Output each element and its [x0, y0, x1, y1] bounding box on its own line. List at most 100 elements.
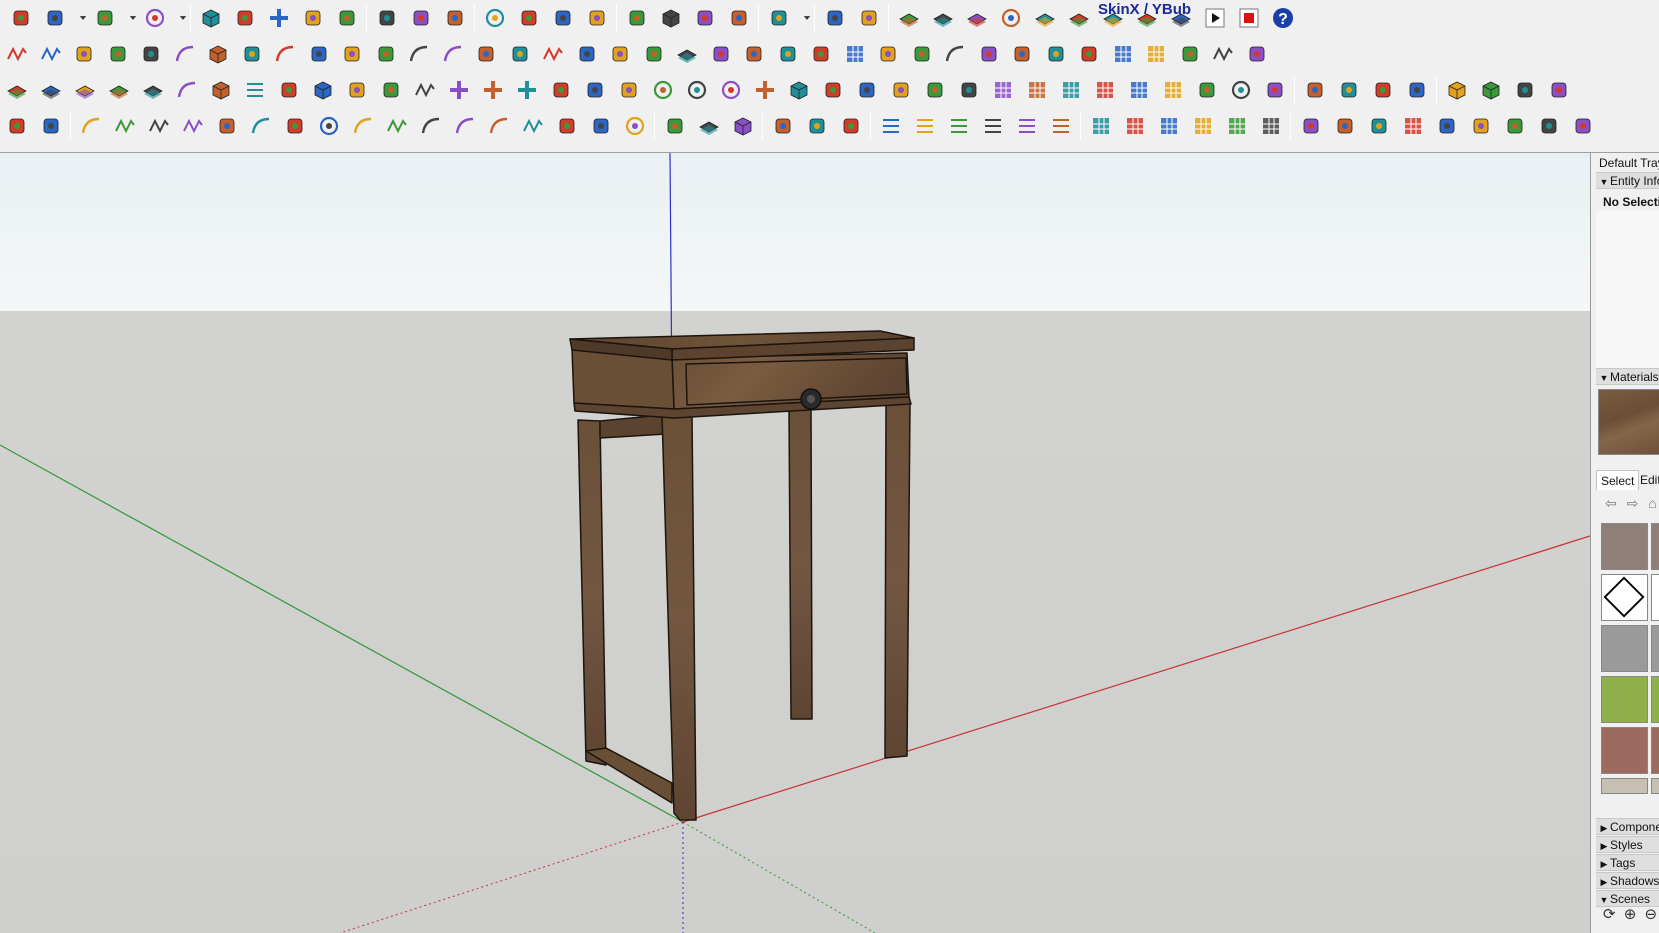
material-swatch[interactable] [1601, 523, 1648, 570]
panel-icon[interactable] [909, 41, 935, 67]
stack-icon[interactable] [674, 41, 700, 67]
move-icon[interactable] [266, 5, 292, 31]
line-tool-icon[interactable] [38, 41, 64, 67]
puzzle-icon[interactable] [922, 77, 948, 103]
puzzle-icon[interactable] [888, 77, 914, 103]
arc-icon[interactable] [418, 113, 444, 139]
material-swatch[interactable] [1651, 523, 1659, 570]
skin-label[interactable]: SkinX / YBub [1098, 0, 1191, 20]
dropdown-arrow-icon[interactable] [126, 5, 140, 31]
freehand-icon[interactable] [92, 5, 118, 31]
texture-icon[interactable] [1332, 113, 1358, 139]
plane-icon[interactable] [140, 77, 166, 103]
material-swatch[interactable] [1601, 727, 1648, 774]
spiral-icon[interactable] [650, 77, 676, 103]
table-leg-front-left[interactable] [661, 414, 697, 821]
bars-icon[interactable] [507, 41, 533, 67]
spiral-icon[interactable] [316, 113, 342, 139]
flag-icon[interactable] [276, 77, 302, 103]
cut-icon[interactable] [71, 41, 97, 67]
copy-icon[interactable] [1468, 113, 1494, 139]
copy-icon[interactable] [1434, 113, 1460, 139]
help-icon[interactable]: ? [1270, 5, 1296, 31]
text-icon[interactable] [408, 5, 434, 31]
plane-icon[interactable] [72, 77, 98, 103]
flat-icon[interactable] [775, 41, 801, 67]
plane-icon[interactable] [4, 77, 30, 103]
spring-icon[interactable] [1512, 77, 1538, 103]
solid-tools-icon[interactable] [624, 5, 650, 31]
paint-bucket-icon[interactable] [442, 5, 468, 31]
cone-icon[interactable] [548, 77, 574, 103]
book-stack-icon[interactable] [930, 5, 956, 31]
panel-header-styles[interactable]: ▶ Styles [1596, 836, 1659, 853]
arc-icon[interactable] [452, 113, 478, 139]
shape-icon[interactable] [607, 41, 633, 67]
align-icon[interactable] [946, 113, 972, 139]
hand-icon[interactable] [574, 41, 600, 67]
cube-icon[interactable] [1478, 77, 1504, 103]
grid-icon[interactable] [1258, 113, 1284, 139]
texture-icon[interactable] [1366, 113, 1392, 139]
bend-icon[interactable] [406, 41, 432, 67]
hatch-icon[interactable] [1009, 41, 1035, 67]
entity-info-panel-header[interactable]: ▼ Entity Info [1596, 172, 1659, 189]
shell-icon[interactable] [473, 41, 499, 67]
materials-tab-edit[interactable]: Edit [1636, 470, 1659, 490]
pencil-icon[interactable] [1404, 77, 1430, 103]
side-table-model[interactable] [569, 330, 915, 821]
refresh-icon[interactable]: ⟳ [1603, 906, 1616, 923]
list-icon[interactable] [242, 77, 268, 103]
corner-icon[interactable] [306, 41, 332, 67]
dropdown-arrow-icon[interactable] [76, 5, 90, 31]
remove-icon[interactable]: ⊖ [1645, 906, 1658, 923]
angle-icon[interactable] [373, 41, 399, 67]
wire-icon[interactable] [1210, 41, 1236, 67]
sandbox-icon[interactable] [658, 5, 684, 31]
panel-icon[interactable] [1570, 113, 1596, 139]
cone-icon[interactable] [616, 77, 642, 103]
ribbon-icon[interactable] [138, 41, 164, 67]
record-stop-icon[interactable] [1236, 5, 1262, 31]
home-icon[interactable]: ⌂ [1648, 495, 1656, 511]
leaf-icon[interactable] [662, 113, 688, 139]
zigzag-icon[interactable] [146, 113, 172, 139]
corner-icon[interactable] [339, 41, 365, 67]
fan-icon[interactable] [1177, 41, 1203, 67]
texture-icon[interactable] [1298, 113, 1324, 139]
slide-icon[interactable] [1032, 5, 1058, 31]
step-icon[interactable] [214, 113, 240, 139]
material-swatch[interactable] [1601, 676, 1648, 723]
material-preview-swatch[interactable] [1598, 389, 1659, 455]
cube-icon[interactable] [208, 77, 234, 103]
checker-icon[interactable] [1400, 113, 1426, 139]
slide-icon[interactable] [1066, 5, 1092, 31]
add-icon[interactable]: ⊕ [1624, 906, 1637, 923]
select-shape-icon[interactable] [4, 113, 30, 139]
tag-tool-icon[interactable] [726, 5, 752, 31]
sphere-icon[interactable] [239, 41, 265, 67]
dropdown-arrow-icon[interactable] [800, 5, 814, 31]
lattice-icon[interactable] [1110, 41, 1136, 67]
grid-orange-icon[interactable] [1160, 77, 1186, 103]
grid-icon[interactable] [1088, 113, 1114, 139]
curve-icon[interactable] [942, 41, 968, 67]
roof-icon[interactable] [1244, 41, 1270, 67]
arc-icon[interactable] [78, 113, 104, 139]
table-leg-back-left[interactable] [577, 419, 607, 766]
material-swatch[interactable] [1601, 625, 1648, 672]
back-arrow-icon[interactable]: ⇦ [1605, 495, 1617, 511]
columns-icon[interactable] [976, 41, 1002, 67]
drawing-viewport[interactable] [0, 153, 1590, 933]
cone-icon[interactable] [582, 77, 608, 103]
expand-icon[interactable] [804, 113, 830, 139]
rotate-icon[interactable] [300, 5, 326, 31]
book-stack-icon[interactable] [896, 5, 922, 31]
expand-icon[interactable] [838, 113, 864, 139]
pan-icon[interactable] [516, 5, 542, 31]
pencil-icon[interactable] [42, 5, 68, 31]
grid-orange-icon[interactable] [1126, 77, 1152, 103]
materials-tab-select[interactable]: Select [1596, 470, 1640, 490]
eraser-icon[interactable] [8, 5, 34, 31]
cross-icon[interactable] [514, 77, 540, 103]
